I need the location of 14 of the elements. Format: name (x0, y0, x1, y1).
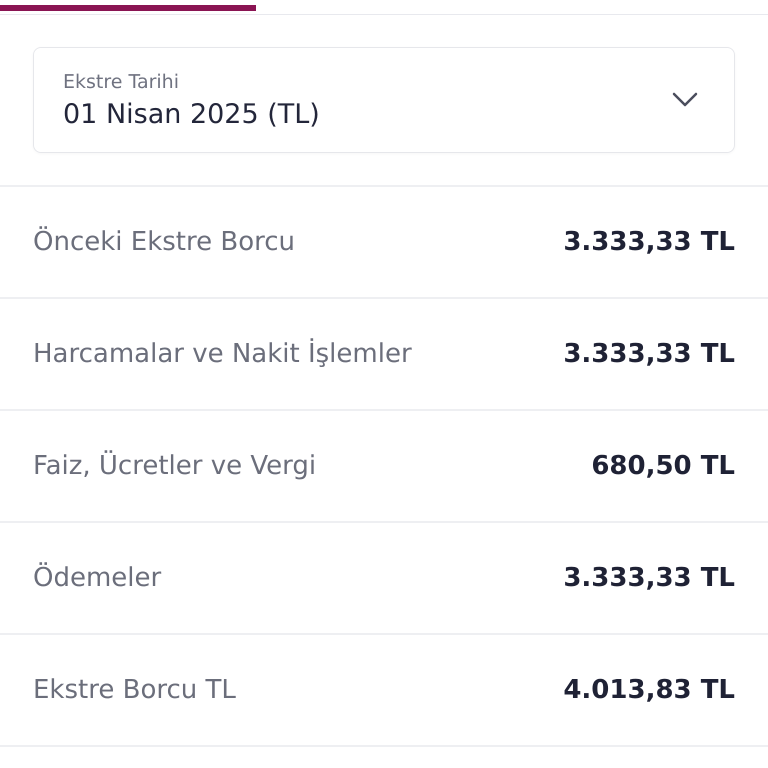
row-amount: 4.013,83 TL (563, 675, 735, 705)
row-label: Ödemeler (33, 563, 162, 593)
dropdown-label: Ekstre Tarihi (63, 70, 180, 92)
statement-date-dropdown[interactable]: Ekstre Tarihi 01 Nisan 2025 (TL) (33, 47, 735, 153)
dropdown-value: 01 Nisan 2025 (TL) (63, 98, 320, 130)
row-amount: 680,50 TL (591, 451, 735, 481)
row-label: Faiz, Ücretler ve Vergi (33, 451, 316, 481)
chevron-down-icon (672, 92, 698, 108)
row-label: Ekstre Borcu TL (33, 675, 236, 705)
row-label: Önceki Ekstre Borcu (33, 227, 296, 257)
row-amount: 3.333,33 TL (563, 563, 735, 593)
row-amount: 3.333,33 TL (563, 339, 735, 369)
row-label: Harcamalar ve Nakit İşlemler (33, 339, 412, 369)
row-amount: 3.333,33 TL (563, 227, 735, 257)
